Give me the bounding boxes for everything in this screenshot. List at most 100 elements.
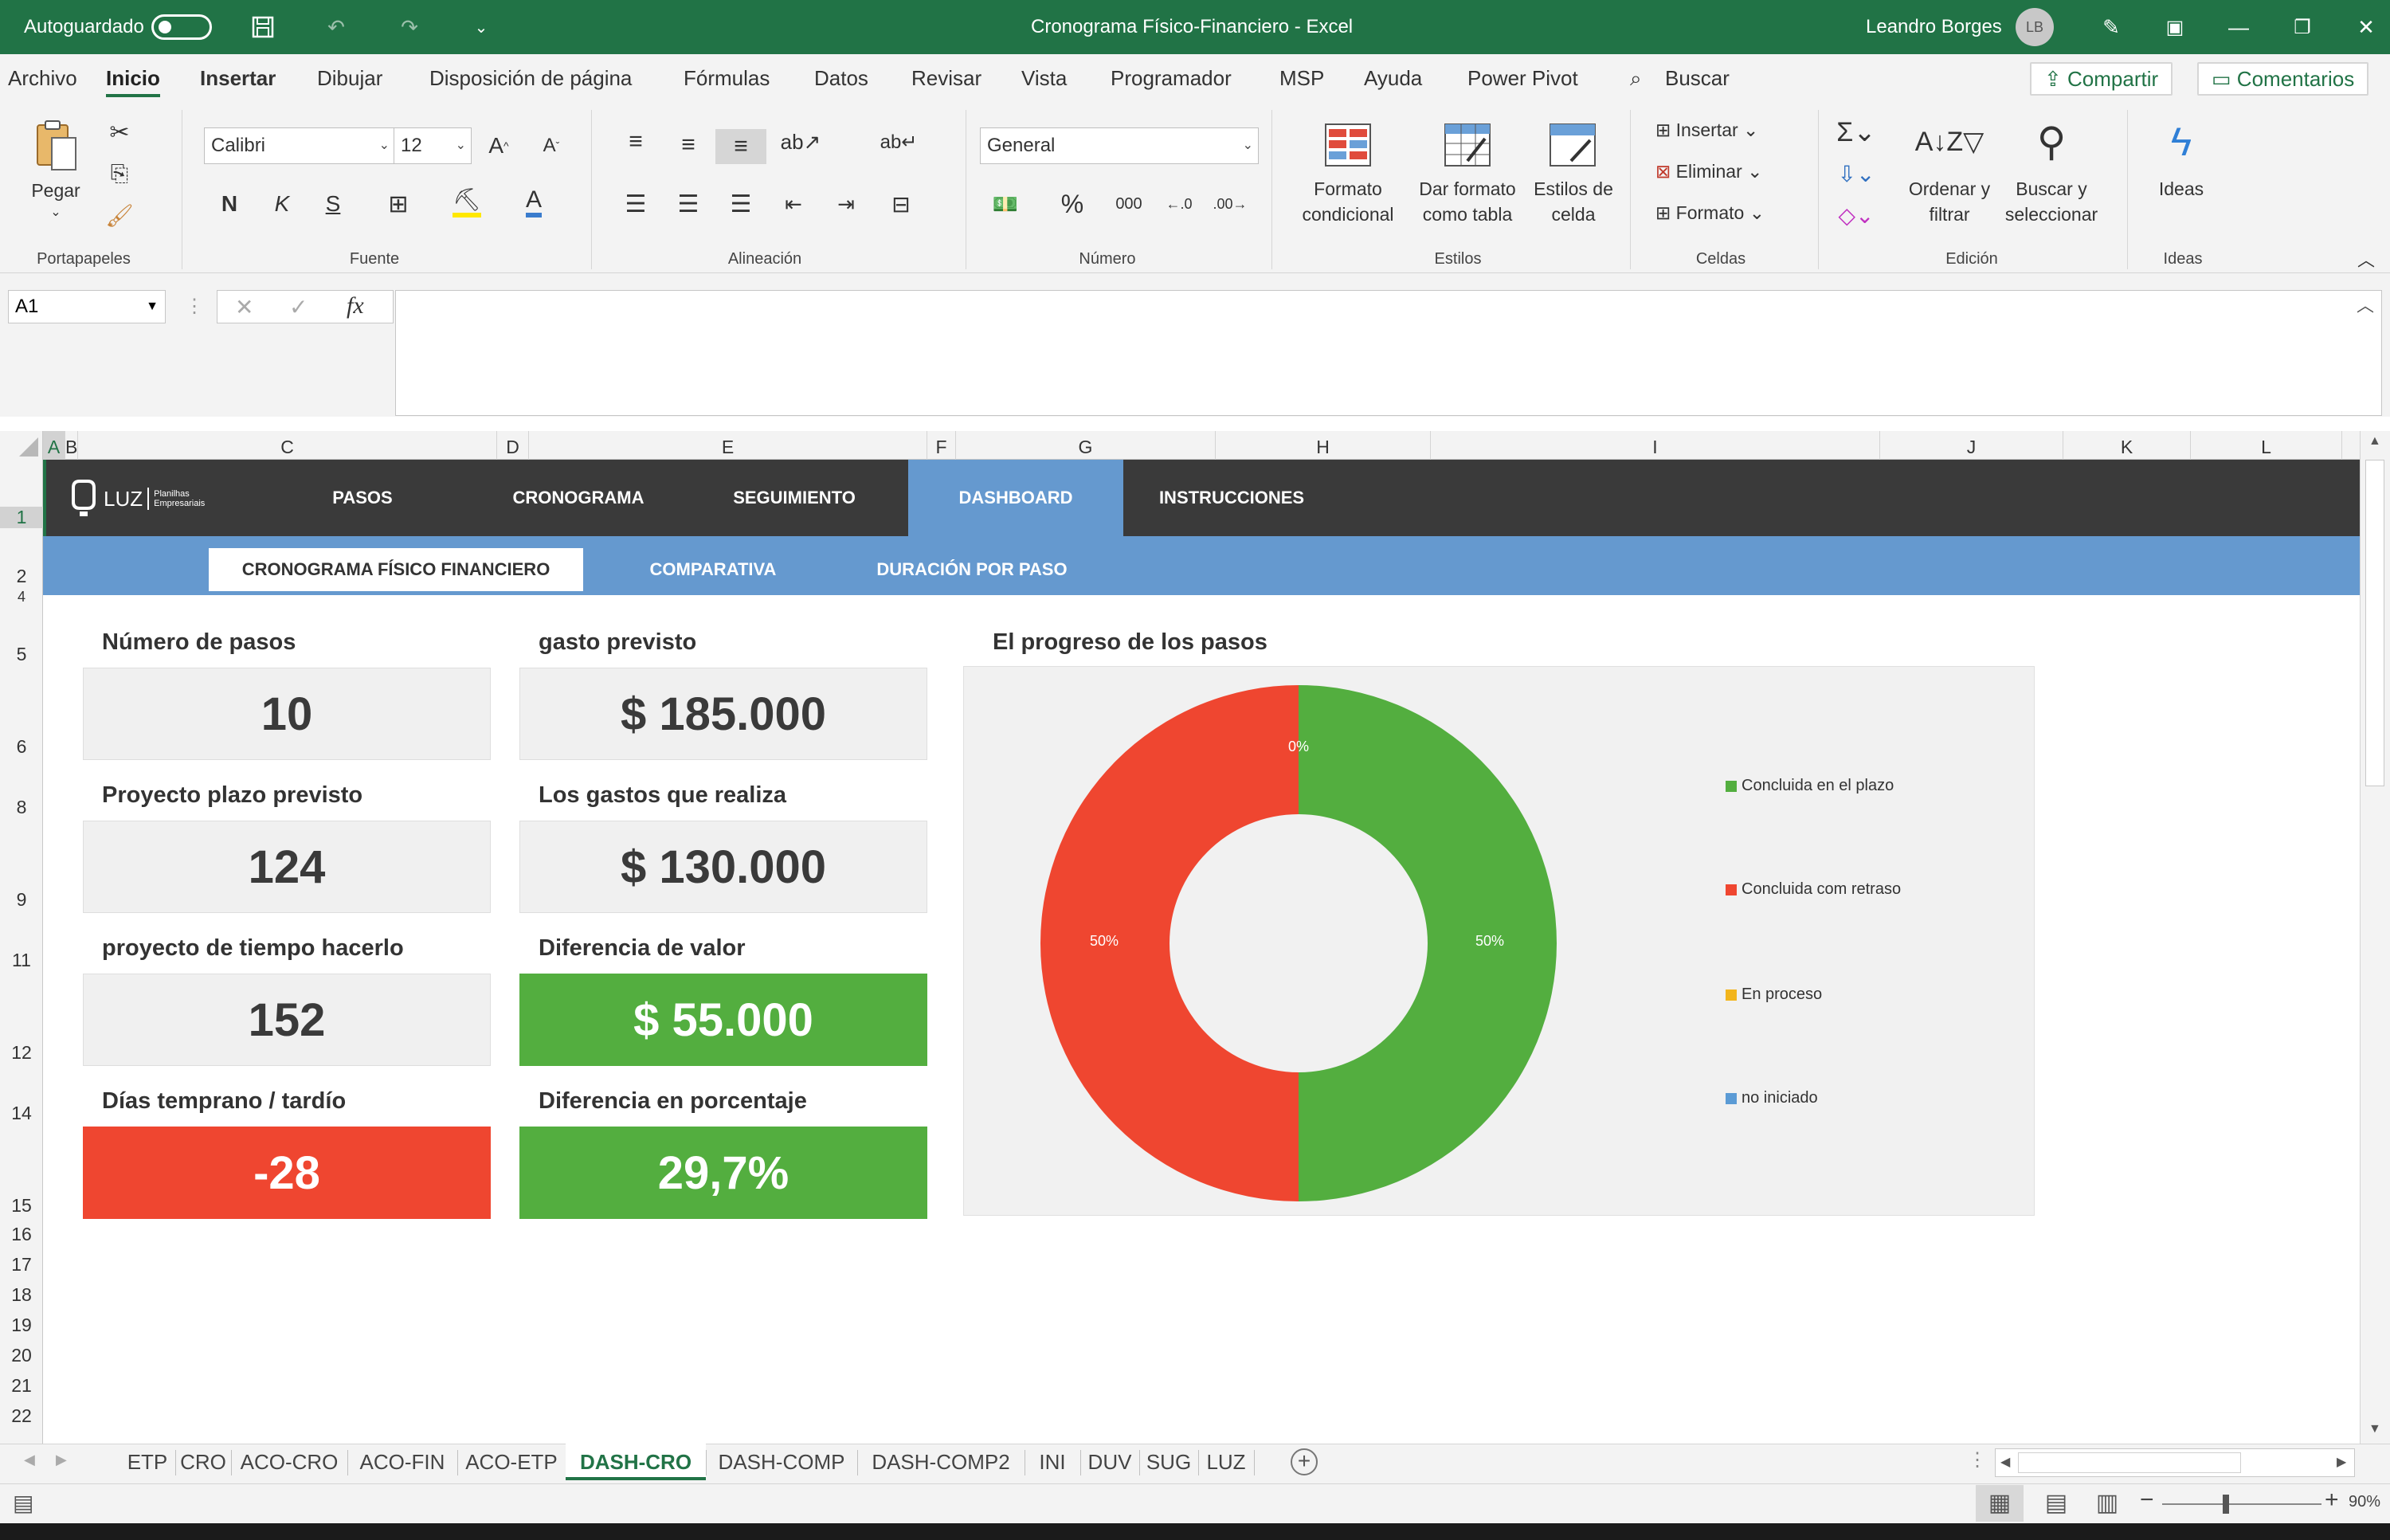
row-header-16[interactable]: 16 xyxy=(0,1224,43,1245)
sheet-tab-ini[interactable]: INI xyxy=(1025,1444,1080,1480)
menu-programador[interactable]: Programador xyxy=(1111,54,1232,102)
zoom-level[interactable]: 90% xyxy=(2349,1493,2380,1511)
number-format-select[interactable]: General ⌄ xyxy=(980,127,1259,164)
nav-cronograma[interactable]: CRONOGRAMA xyxy=(476,460,680,536)
cancel-icon[interactable]: ✕ xyxy=(235,294,253,320)
menu-inicio[interactable]: Inicio xyxy=(106,54,160,102)
row-header-5[interactable]: 5 xyxy=(0,644,43,665)
page-layout-icon[interactable]: ▤ xyxy=(2036,1485,2076,1522)
increase-indent-icon[interactable]: ⇥ xyxy=(830,188,862,220)
col-header-h[interactable]: H xyxy=(1216,431,1431,460)
col-header-e[interactable]: E xyxy=(529,431,927,460)
more-options-icon[interactable]: ⋮ xyxy=(185,295,204,318)
nav-pasos[interactable]: PASOS xyxy=(249,460,476,536)
horizontal-scrollbar[interactable]: ◀ ▶ xyxy=(1995,1448,2355,1477)
menu-vista[interactable]: Vista xyxy=(1021,54,1067,102)
normal-view-icon[interactable]: ▦ xyxy=(1976,1485,2024,1522)
macro-record-icon[interactable]: ▤ xyxy=(13,1490,33,1516)
cell-styles-label-2[interactable]: celda xyxy=(1522,202,1625,226)
decrease-font-icon[interactable]: Aˇ xyxy=(535,127,567,164)
row-header-12[interactable]: 12 xyxy=(0,1042,43,1064)
sheet-tab-duv[interactable]: DUV xyxy=(1080,1444,1139,1480)
more-options-icon[interactable]: ⋮ xyxy=(1968,1448,1987,1471)
zoom-out-icon[interactable]: − xyxy=(2140,1487,2154,1514)
zoom-slider[interactable] xyxy=(2162,1503,2321,1505)
autosum-icon[interactable]: Σ⌄ xyxy=(1836,115,1876,150)
menu-insertar[interactable]: Insertar xyxy=(200,54,276,102)
font-color-icon[interactable]: A xyxy=(518,185,550,220)
col-header-g[interactable]: G xyxy=(956,431,1216,460)
increase-font-icon[interactable]: A ^ xyxy=(483,127,515,164)
row-header-4[interactable]: 4 xyxy=(0,591,43,604)
sort-filter-icon[interactable]: A↓Z▽ xyxy=(1915,116,1984,167)
wrap-text-icon[interactable]: ab↵ xyxy=(880,126,918,158)
progress-chart[interactable]: 50% 50% 0% Concluida en el plazo Concluida … xyxy=(963,666,2035,1216)
align-top-icon[interactable]: ≡ xyxy=(620,126,652,158)
share-button[interactable]: ⇪ Compartir xyxy=(2030,62,2173,96)
find-label-2[interactable]: seleccionar xyxy=(1992,202,2111,226)
sheet-tab-dash-comp2[interactable]: DASH-COMP2 xyxy=(857,1444,1025,1480)
menu-power-pivot[interactable]: Power Pivot xyxy=(1467,54,1578,102)
menu-archivo[interactable]: Archivo xyxy=(8,54,77,102)
align-right-icon[interactable]: ☰ xyxy=(725,188,757,220)
collapse-ribbon-icon[interactable]: ︿ xyxy=(2350,247,2382,271)
search-icon[interactable]: ⌕ xyxy=(1630,54,1642,102)
sort-label-1[interactable]: Ordenar y xyxy=(1906,177,1993,201)
col-header-l[interactable]: L xyxy=(2191,431,2342,460)
cond-format-label-1[interactable]: Formato xyxy=(1283,177,1413,201)
cut-icon[interactable]: ✂ xyxy=(104,116,135,148)
zoom-slider-thumb[interactable] xyxy=(2223,1495,2229,1514)
search-box[interactable]: Buscar xyxy=(1665,54,1730,102)
paste-label[interactable]: Pegar xyxy=(27,178,84,202)
sheet-tab-cro[interactable]: CRO xyxy=(175,1444,231,1480)
sheet-tab-dash-cro[interactable]: DASH-CRO xyxy=(566,1444,706,1480)
undo-icon[interactable]: ↶ xyxy=(320,11,352,43)
subnav-cronograma[interactable]: CRONOGRAMA FÍSICO FINANCIERO xyxy=(209,548,583,591)
bold-button[interactable]: N xyxy=(215,188,244,220)
copy-icon[interactable]: ⎘ xyxy=(104,158,135,190)
cond-format-label-2[interactable]: condicional xyxy=(1283,202,1413,226)
sheet-tab-aco-fin[interactable]: ACO-FIN xyxy=(347,1444,457,1480)
minimize-icon[interactable]: — xyxy=(2223,11,2255,43)
row-header-15[interactable]: 15 xyxy=(0,1195,43,1217)
col-header-i[interactable]: I xyxy=(1431,431,1880,460)
clear-icon[interactable]: ◇⌄ xyxy=(1837,198,1875,233)
menu-formulas[interactable]: Fórmulas xyxy=(684,54,770,102)
ribbon-display-icon[interactable]: ▣ xyxy=(2159,11,2191,43)
subnav-comparativa[interactable]: COMPARATIVA xyxy=(613,548,813,591)
font-name-select[interactable]: Calibri ⌄ xyxy=(204,127,395,164)
select-all-corner[interactable] xyxy=(0,431,43,460)
fill-icon[interactable]: ⇩⌄ xyxy=(1837,156,1875,191)
sheet-tab-sug[interactable]: SUG xyxy=(1139,1444,1198,1480)
row-header-6[interactable]: 6 xyxy=(0,736,43,758)
row-header-11[interactable]: 11 xyxy=(0,950,43,971)
close-icon[interactable]: ✕ xyxy=(2350,11,2382,43)
autosave-toggle[interactable] xyxy=(151,14,212,40)
format-painter-icon[interactable]: 🖌 xyxy=(104,199,135,231)
menu-msp[interactable]: MSP xyxy=(1279,54,1324,102)
sheet-tab-luz[interactable]: LUZ xyxy=(1198,1444,1254,1480)
menu-revisar[interactable]: Revisar xyxy=(911,54,981,102)
menu-ayuda[interactable]: Ayuda xyxy=(1364,54,1422,102)
menu-dibujar[interactable]: Dibujar xyxy=(317,54,382,102)
menu-disposicion[interactable]: Disposición de página xyxy=(429,54,632,102)
conditional-format-icon[interactable] xyxy=(1322,120,1373,170)
row-header-2[interactable]: 2 xyxy=(0,566,43,587)
insert-cells-button[interactable]: ⊞ Insertar ⌄ xyxy=(1655,118,1783,142)
zoom-in-icon[interactable]: + xyxy=(2325,1487,2339,1514)
orientation-icon[interactable]: ab↗ xyxy=(781,126,821,158)
cell-styles-icon[interactable] xyxy=(1547,120,1598,170)
donut-slice-0[interactable] xyxy=(1299,685,1557,1201)
row-header-1[interactable]: 1 xyxy=(0,507,43,528)
row-header-9[interactable]: 9 xyxy=(0,889,43,911)
col-header-a[interactable]: A xyxy=(43,431,65,460)
col-header-b[interactable]: B xyxy=(65,431,78,460)
find-label-1[interactable]: Buscar y xyxy=(1992,177,2111,201)
sheet-tab-etp[interactable]: ETP xyxy=(120,1444,175,1480)
prev-sheet-icon[interactable]: ◀ xyxy=(24,1452,35,1468)
enter-icon[interactable]: ✓ xyxy=(289,294,308,320)
customize-qat-icon[interactable]: ⌄ xyxy=(465,11,497,43)
row-header-22[interactable]: 22 xyxy=(0,1405,43,1427)
sort-label-2[interactable]: filtrar xyxy=(1906,202,1993,226)
comments-button[interactable]: ▭ Comentarios xyxy=(2197,62,2369,96)
